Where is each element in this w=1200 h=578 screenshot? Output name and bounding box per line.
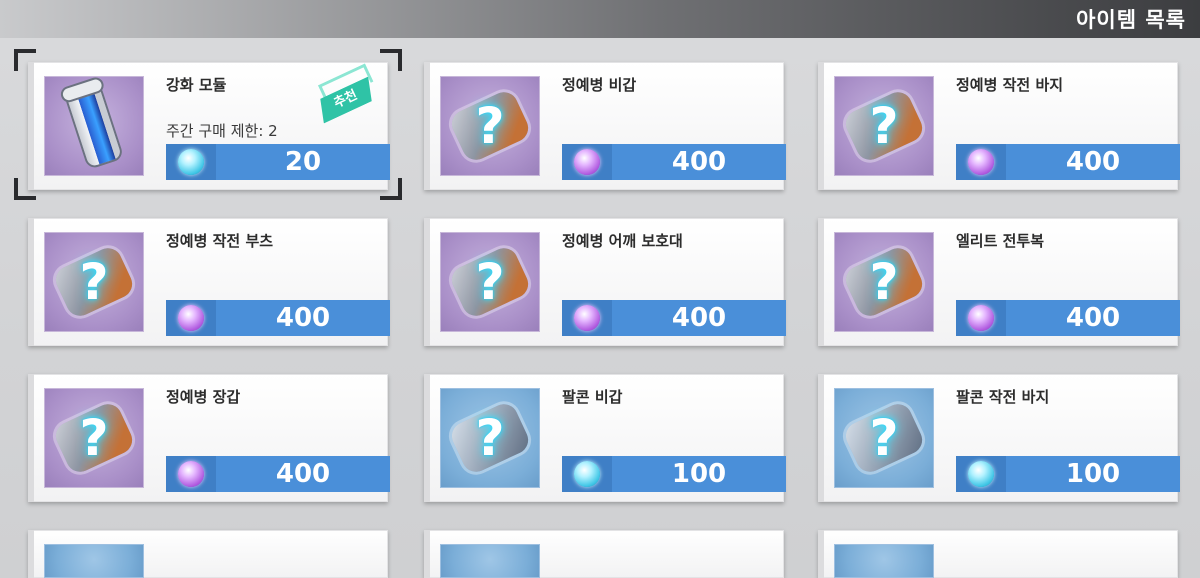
canister-icon [66,84,122,168]
price-bar: 400 [166,456,390,492]
purchase-limit: 주간 구매 제한: 2 [166,122,278,140]
item-price: 100 [671,459,727,489]
item-card-partial[interactable] [424,530,784,578]
item-price: 400 [275,303,331,333]
purple-gem-icon [178,461,204,487]
purple-gem-icon [178,305,204,331]
item-name: 정예병 작전 부츠 [166,232,274,250]
selection-corner [380,178,402,200]
price-bar: 20 [166,144,390,180]
purple-gem-icon [574,149,600,175]
price-bar: 400 [166,300,390,336]
item-card-elite-chest[interactable]: ? 정예병 비갑 400 [424,62,786,190]
item-name: 정예병 어깨 보호대 [562,232,683,250]
item-card-elite-combat-suit[interactable]: ? 엘리트 전투복 400 [818,218,1180,346]
purple-gem-icon [574,305,600,331]
item-thumbnail [834,544,934,578]
purple-gem-icon [968,305,994,331]
item-thumbnail: ? [44,388,144,488]
unknown-item-icon: ? [869,97,899,155]
item-card-enhance-module[interactable]: 강화 모듈 주간 구매 제한: 2 추천 20 [28,62,390,190]
selection-corner [380,49,402,71]
price-bar: 400 [956,300,1180,336]
unknown-item-icon: ? [475,97,505,155]
cyan-gem-icon [968,461,994,487]
item-price: 400 [1065,303,1121,333]
item-name: 강화 모듈 [166,76,227,94]
item-thumbnail: ? [834,232,934,332]
item-price: 400 [275,459,331,489]
item-price: 100 [1065,459,1121,489]
item-card-falcon-chest[interactable]: ? 팔콘 비갑 100 [424,374,786,502]
item-thumbnail: ? [440,388,540,488]
price-bar: 100 [956,456,1180,492]
unknown-item-icon: ? [869,409,899,467]
item-thumbnail: ? [44,232,144,332]
item-thumbnail [44,544,144,578]
item-price: 400 [671,147,727,177]
item-name: 정예병 비갑 [562,76,637,94]
unknown-item-icon: ? [475,253,505,311]
item-name: 정예병 장갑 [166,388,241,406]
item-price: 400 [671,303,727,333]
purple-gem-icon [968,149,994,175]
item-price: 20 [284,147,322,177]
unknown-item-icon: ? [475,409,505,467]
item-thumbnail [44,76,144,176]
item-card-partial[interactable] [28,530,388,578]
item-thumbnail: ? [834,76,934,176]
item-card-elite-pants[interactable]: ? 정예병 작전 바지 400 [818,62,1180,190]
item-grid: 강화 모듈 주간 구매 제한: 2 추천 20 ? 정예병 비갑 400 ? 정… [0,0,1200,578]
item-thumbnail [440,544,540,578]
cyan-gem-icon [178,149,204,175]
item-card-elite-boots[interactable]: ? 정예병 작전 부츠 400 [28,218,390,346]
item-name: 팔콘 작전 바지 [956,388,1050,406]
price-bar: 400 [956,144,1180,180]
price-bar: 400 [562,144,786,180]
unknown-item-icon: ? [79,409,109,467]
item-card-elite-gloves[interactable]: ? 정예병 장갑 400 [28,374,390,502]
unknown-item-icon: ? [869,253,899,311]
item-card-elite-shoulder[interactable]: ? 정예병 어깨 보호대 400 [424,218,786,346]
selection-corner [14,49,36,71]
item-card-partial[interactable] [818,530,1178,578]
unknown-item-icon: ? [79,253,109,311]
item-price: 400 [1065,147,1121,177]
item-name: 정예병 작전 바지 [956,76,1064,94]
item-name: 엘리트 전투복 [956,232,1045,250]
item-card-falcon-pants[interactable]: ? 팔콘 작전 바지 100 [818,374,1180,502]
price-bar: 400 [562,300,786,336]
price-bar: 100 [562,456,786,492]
selection-corner [14,178,36,200]
item-name: 팔콘 비갑 [562,388,623,406]
cyan-gem-icon [574,461,600,487]
item-thumbnail: ? [834,388,934,488]
item-thumbnail: ? [440,232,540,332]
item-thumbnail: ? [440,76,540,176]
